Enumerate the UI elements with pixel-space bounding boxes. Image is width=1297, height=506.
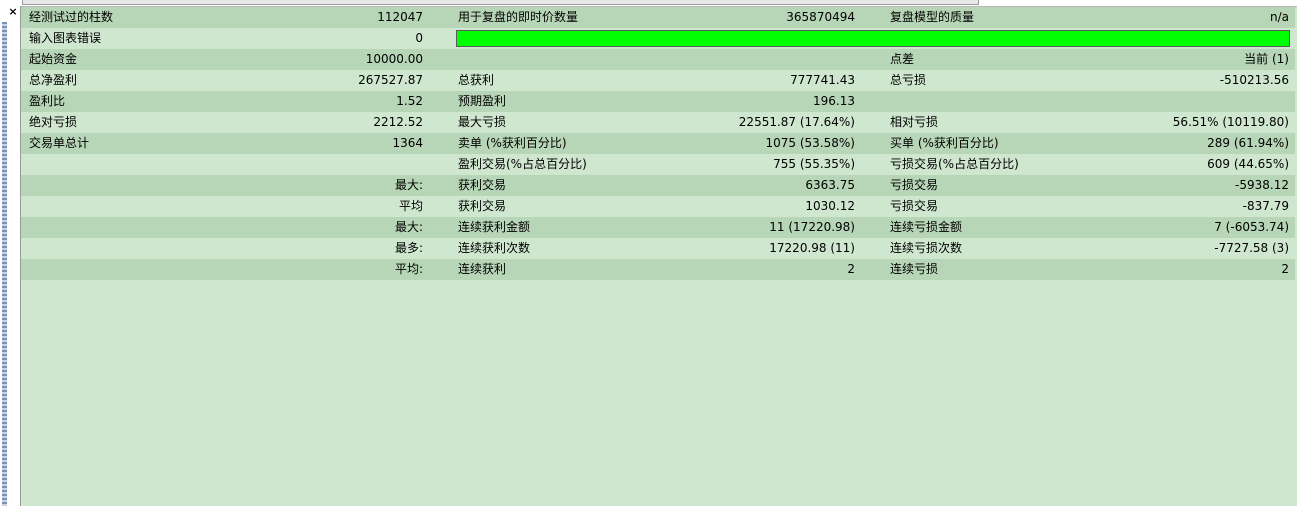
chart-errors-label: 输入图表错误 [29, 31, 102, 45]
consecutive-losses-count-value: -7727.58 (3) [1214, 241, 1289, 255]
report-row-total-trades: 交易单总计 1364 卖单 (%获利百分比) 1075 (53.58%) 买单 … [21, 133, 1295, 154]
largest-profit-value: 6363.75 [805, 178, 855, 192]
largest-label: 最大: [394, 178, 423, 192]
consecutive-losses-amount-value: 7 (-6053.74) [1214, 220, 1289, 234]
left-dock-strip [0, 6, 21, 506]
report-row-bars-tested: 经测试过的柱数 112047 用于复盘的即时价数量 365870494 复盘模型… [21, 7, 1295, 28]
net-profit-label: 总净盈利 [29, 73, 78, 87]
initial-deposit-label: 起始资金 [29, 52, 78, 66]
consecutive-wins-amount-value: 11 (17220.98) [769, 220, 855, 234]
modelling-quality-bar [456, 30, 1290, 47]
top-scroll-thumb[interactable] [22, 0, 979, 5]
loss-trades-value: 609 (44.65%) [1207, 157, 1289, 171]
dock-grip[interactable] [2, 22, 7, 506]
absolute-drawdown-label: 绝对亏损 [29, 115, 78, 129]
report-row-max-consecutive-count: 最多: 连续获利次数 17220.98 (11) 连续亏损次数 -7727.58… [21, 238, 1295, 259]
absolute-drawdown-value: 2212.52 [373, 115, 423, 129]
expected-payoff-value: 196.13 [813, 94, 855, 108]
top-scroll-area [0, 0, 1297, 7]
profit-factor-label: 盈利比 [29, 94, 66, 108]
average-consecutive-losses-value: 2 [1281, 262, 1289, 276]
bars-tested-label: 经测试过的柱数 [29, 10, 114, 24]
report-row-largest-trade: 最大: 获利交易 6363.75 亏损交易 -5938.12 [21, 175, 1295, 196]
report-panel: 经测试过的柱数 112047 用于复盘的即时价数量 365870494 复盘模型… [21, 7, 1295, 506]
report-row-chart-errors: 输入图表错误 0 [21, 28, 1295, 49]
report-row-max-consecutive-amount: 最大: 连续获利金额 11 (17220.98) 连续亏损金额 7 (-6053… [21, 217, 1295, 238]
initial-deposit-value: 10000.00 [365, 52, 423, 66]
report-row-average-trade: 平均 获利交易 1030.12 亏损交易 -837.79 [21, 196, 1295, 217]
long-positions-value: 289 (61.94%) [1207, 136, 1289, 150]
consecutive-wins-count-value: 17220.98 (11) [769, 241, 855, 255]
average-profit-value: 1030.12 [805, 199, 855, 213]
report-row-net-profit: 总净盈利 267527.87 总获利 777741.43 总亏损 -510213… [21, 70, 1295, 91]
report-row-trade-ratio: 盈利交易(%占总百分比) 755 (55.35%) 亏损交易(%占总百分比) 6… [21, 154, 1295, 175]
report-row-initial-deposit: 起始资金 10000.00 点差 当前 (1) [21, 49, 1295, 70]
largest-loss-value: -5938.12 [1235, 178, 1289, 192]
spread-value: 当前 (1) [1244, 52, 1289, 66]
short-positions-value: 1075 (53.58%) [765, 136, 855, 150]
report-row-drawdown: 绝对亏损 2212.52 最大亏损 22551.87 (17.64%) 相对亏损… [21, 112, 1295, 133]
gross-loss-value: -510213.56 [1219, 73, 1289, 87]
average-consecutive-label: 平均: [394, 262, 423, 276]
average-label: 平均 [398, 199, 423, 213]
profit-trades-value: 755 (55.35%) [773, 157, 855, 171]
chart-errors-value: 0 [415, 31, 423, 45]
ticks-modelled-value: 365870494 [786, 10, 855, 24]
maximal-label: 最多: [394, 241, 423, 255]
bars-tested-value: 112047 [377, 10, 423, 24]
report-row-profit-factor: 盈利比 1.52 预期盈利 196.13 [21, 91, 1295, 112]
close-icon[interactable]: × [7, 6, 19, 18]
maximal-drawdown-value: 22551.87 (17.64%) [738, 115, 855, 129]
empty-label [29, 154, 329, 175]
gross-profit-value: 777741.43 [790, 73, 855, 87]
profit-factor-value: 1.52 [396, 94, 423, 108]
net-profit-value: 267527.87 [358, 73, 423, 87]
total-trades-value: 1364 [392, 136, 423, 150]
relative-drawdown-value: 56.51% (10119.80) [1172, 115, 1289, 129]
modelling-quality-value: n/a [1269, 10, 1289, 24]
maximum-label: 最大: [394, 220, 423, 234]
report-row-average-consecutive: 平均: 连续获利 2 连续亏损 2 [21, 259, 1295, 280]
average-consecutive-wins-value: 2 [847, 262, 855, 276]
average-loss-value: -837.79 [1242, 199, 1289, 213]
empty-value [321, 154, 423, 175]
total-trades-label: 交易单总计 [29, 136, 90, 150]
